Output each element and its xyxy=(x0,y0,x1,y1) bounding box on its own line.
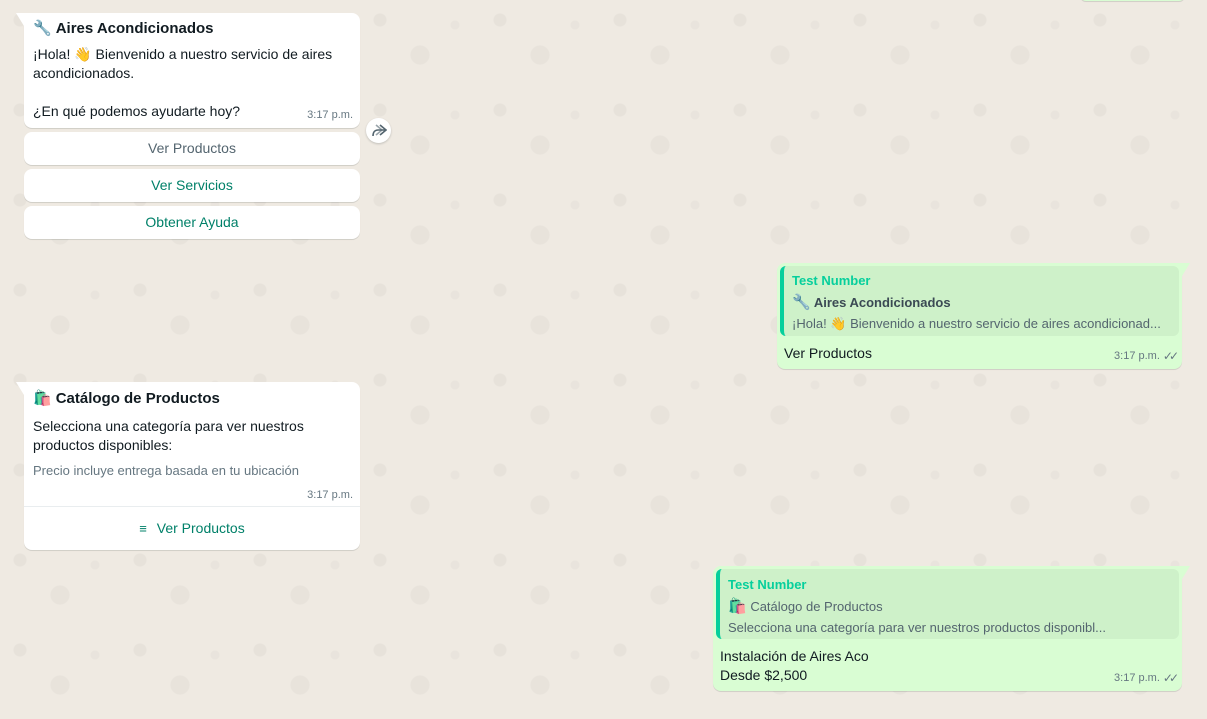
message-title: Aires Acondicionados xyxy=(55,20,214,37)
wrench-icon: 🔧 xyxy=(792,293,811,311)
quoted-message[interactable]: Test Number 🔧 Aires Acondicionados ¡Hola… xyxy=(780,266,1179,336)
double-check-icon: ✓✓ xyxy=(1162,349,1179,363)
bubble-tail xyxy=(1182,263,1190,276)
message-meta: 3:17 p.m. ✓✓ xyxy=(1114,669,1179,688)
quoted-text: ¡Hola! 👋 Bienvenido a nuestro servicio d… xyxy=(792,316,1161,331)
message-time: 3:17 p.m. xyxy=(1114,672,1160,684)
message-meta: 3:17 p.m. ✓✓ xyxy=(1114,347,1179,366)
reply-text: Ver Productos xyxy=(784,345,872,361)
ver-servicios-button[interactable]: Ver Servicios xyxy=(24,169,360,202)
shopping-bags-icon: 🛍️ xyxy=(728,597,747,615)
body-line-2: productos disponibles: xyxy=(33,437,173,453)
bubble-tail xyxy=(16,382,24,395)
message-header: 🔧 Aires Acondicionados xyxy=(33,19,214,38)
message-time: 3:17 p.m. xyxy=(1114,350,1160,362)
incoming-message-catalog: 🛍️ Catálogo de Productos Selecciona una … xyxy=(16,382,360,550)
reply-line-1: Instalación de Aires Aco xyxy=(720,648,869,664)
body-line-1: ¡Hola! 👋 Bienvenido a nuestro servicio d… xyxy=(33,46,333,62)
message-body: ¡Hola! 👋 Bienvenido a nuestro servicio d… xyxy=(33,45,353,121)
quoted-text: Selecciona una categoría para ver nuestr… xyxy=(728,620,1106,635)
reply-text: Instalación de Aires Aco Desde $2,500 xyxy=(720,647,869,685)
outgoing-message-reply-2: Test Number 🛍️ Catálogo de Productos Sel… xyxy=(713,566,1190,691)
obtener-ayuda-button[interactable]: Obtener Ayuda xyxy=(24,206,360,239)
quoted-title: 🔧 Aires Acondicionados xyxy=(792,293,951,311)
quoted-author: Test Number xyxy=(728,577,807,592)
quoted-title: 🛍️ Catálogo de Productos xyxy=(728,597,883,615)
message-body: Selecciona una categoría para ver nuestr… xyxy=(33,417,353,455)
message-time: 3:17 p.m. xyxy=(307,489,353,501)
wrench-icon: 🔧 xyxy=(33,19,52,37)
list-icon: ≡ xyxy=(139,521,147,536)
quoted-message[interactable]: Test Number 🛍️ Catálogo de Productos Sel… xyxy=(716,569,1179,639)
message-title: Catálogo de Productos xyxy=(55,390,220,407)
list-button-label: Ver Productos xyxy=(156,520,245,536)
message-time: 3:17 p.m. xyxy=(307,109,353,121)
body-line-3: ¿En qué podemos ayudarte hoy? xyxy=(33,103,241,119)
incoming-message-welcome: 🔧 Aires Acondicionados ¡Hola! 👋 Bienveni… xyxy=(16,13,360,128)
shopping-bags-icon: 🛍️ xyxy=(33,389,52,407)
list-button[interactable]: ≡ Ver Productos xyxy=(24,507,360,550)
bubble-tail xyxy=(1182,566,1190,579)
message-footer: Precio incluye entrega basada en tu ubic… xyxy=(33,463,299,478)
partial-outgoing-bubble xyxy=(1080,0,1185,1)
quoted-author: Test Number xyxy=(792,273,871,288)
double-check-icon: ✓✓ xyxy=(1162,671,1179,685)
body-line-2: acondicionados. xyxy=(33,65,135,81)
message-header: 🛍️ Catálogo de Productos xyxy=(33,389,220,408)
forward-icon[interactable] xyxy=(366,118,391,143)
bubble-tail xyxy=(16,13,24,26)
body-line-1: Selecciona una categoría para ver nuestr… xyxy=(33,418,304,434)
outgoing-message-reply-1: Test Number 🔧 Aires Acondicionados ¡Hola… xyxy=(777,263,1190,369)
reply-line-2: Desde $2,500 xyxy=(720,667,808,683)
ver-productos-button[interactable]: Ver Productos xyxy=(24,132,360,165)
